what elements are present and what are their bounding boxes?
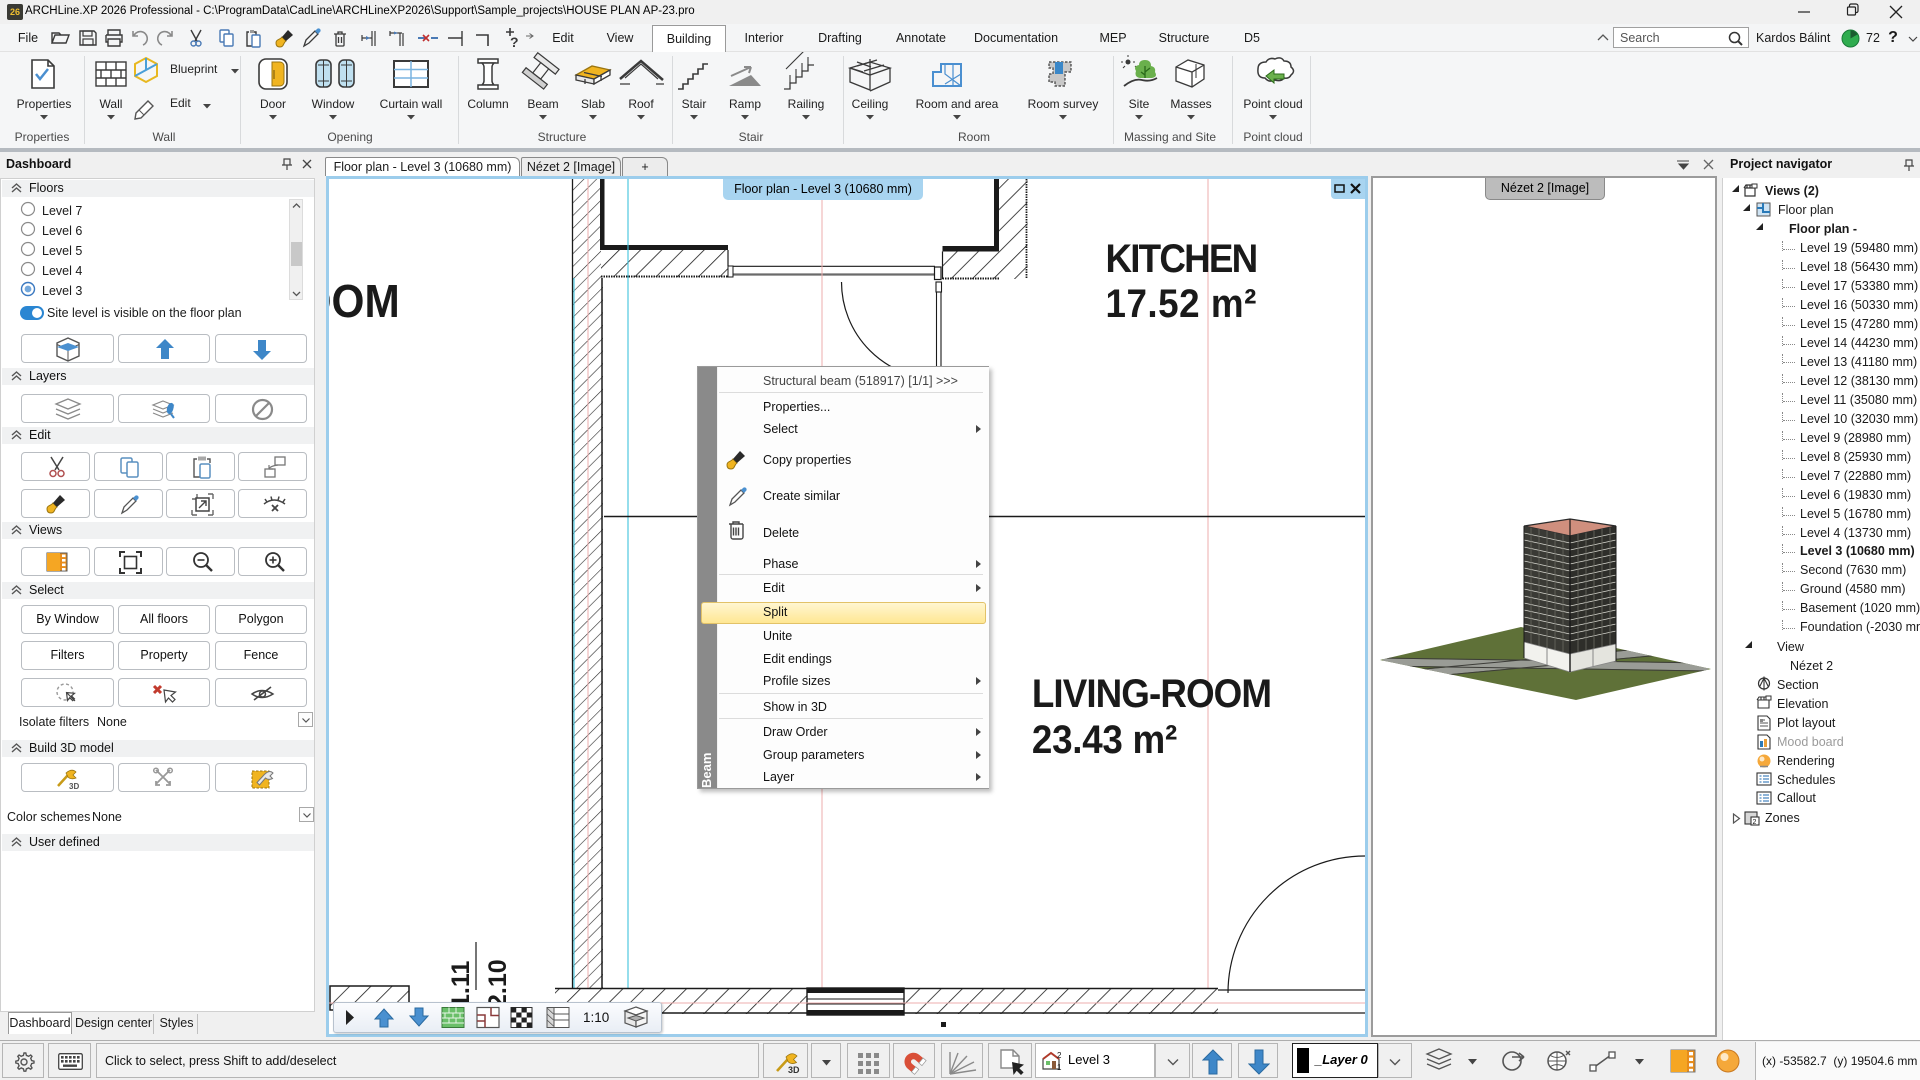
svg-text:LIVING-ROOM: LIVING-ROOM bbox=[1032, 672, 1272, 717]
svg-text:?: ? bbox=[510, 34, 519, 49]
svg-text:3D: 3D bbox=[69, 782, 79, 791]
svg-text:17.52 m²: 17.52 m² bbox=[1105, 282, 1256, 327]
svg-text:3D: 3D bbox=[788, 1065, 800, 1075]
svg-text:1:10: 1:10 bbox=[583, 1010, 609, 1025]
svg-text:2: 2 bbox=[1753, 819, 1757, 826]
svg-text:23.43 m²: 23.43 m² bbox=[1032, 718, 1177, 763]
svg-text:1.11: 1.11 bbox=[447, 961, 475, 1008]
svg-text:KITCHEN: KITCHEN bbox=[1105, 237, 1258, 282]
svg-text:2.10: 2.10 bbox=[484, 959, 512, 1008]
svg-text:1: 1 bbox=[1057, 1063, 1062, 1072]
svg-text:2: 2 bbox=[1057, 1051, 1062, 1060]
svg-text:OOM: OOM bbox=[329, 276, 400, 327]
